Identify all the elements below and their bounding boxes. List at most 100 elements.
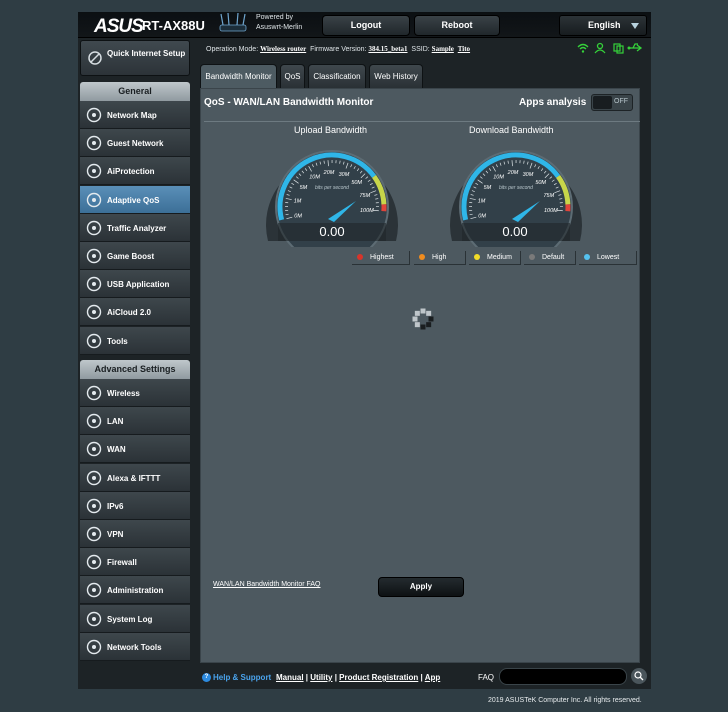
fw-link[interactable]: 384.15_beta1 xyxy=(368,45,407,53)
sidebar-item-traffic-analyzer[interactable]: Traffic Analyzer xyxy=(80,213,190,242)
gear-icon xyxy=(86,639,102,655)
faq-search-input[interactable] xyxy=(499,668,627,685)
user-icon[interactable] xyxy=(594,42,606,54)
tab-qos[interactable]: QoS xyxy=(280,64,305,88)
legend-highest: Highest xyxy=(352,251,410,265)
cloud-icon xyxy=(86,304,102,320)
spinner-segment xyxy=(428,316,434,322)
sidebar-item-adaptive-qos[interactable]: Adaptive QoS xyxy=(80,185,190,214)
sidebar-item-wan[interactable]: WAN xyxy=(80,435,190,464)
bandwidth-faq-link[interactable]: WAN/LAN Bandwidth Monitor FAQ xyxy=(213,581,321,588)
status-line: Operation Mode: Wireless router Firmware… xyxy=(206,45,470,53)
language-select[interactable]: English xyxy=(559,15,647,36)
flame-icon xyxy=(86,554,102,570)
download-label: Download Bandwidth xyxy=(469,125,554,135)
sidebar-item-network-map[interactable]: Network Map xyxy=(80,101,190,129)
upload-gauge-unit: bits per second xyxy=(315,185,349,191)
spinner-segment xyxy=(414,322,420,328)
upload-gauge-tick-label: 75M xyxy=(359,193,370,199)
sidebar-item-label: VPN xyxy=(107,530,124,539)
legend-dot xyxy=(419,254,425,260)
upload-label: Upload Bandwidth xyxy=(294,125,368,135)
spinner-segment xyxy=(426,322,432,328)
asus-logo: ASUS xyxy=(94,16,144,37)
upload-gauge-tick-label: 100M xyxy=(360,208,374,214)
utility-link[interactable]: Utility xyxy=(310,673,332,682)
powered-line2: Asuswrt-Merlin xyxy=(256,24,303,31)
legend-label: Highest xyxy=(370,254,394,261)
sidebar-item-guest-network[interactable]: Guest Network xyxy=(80,129,190,158)
sidebar-item-label: Network Tools xyxy=(107,642,162,652)
sidebar-item-ipv6[interactable]: IPv6 xyxy=(80,491,190,520)
usb-status-icon[interactable] xyxy=(627,43,643,52)
sidebar-item-network-tools[interactable]: Network Tools xyxy=(80,632,190,661)
ssid1-link[interactable]: Sample xyxy=(432,45,454,53)
manual-link[interactable]: Manual xyxy=(276,673,304,682)
model-name: RT-AX88U xyxy=(142,18,205,33)
tab-classification[interactable]: Classification xyxy=(308,64,366,88)
network-map-icon xyxy=(86,107,102,123)
lan-icon xyxy=(86,413,102,429)
op-mode-link[interactable]: Wireless router xyxy=(260,45,306,53)
app-link[interactable]: App xyxy=(425,673,441,682)
sidebar-item-label: Game Boost xyxy=(107,252,155,261)
legend-dot xyxy=(584,254,590,260)
download-gauge-tick-label: 0M xyxy=(478,214,486,220)
spinner-segment xyxy=(420,308,426,314)
sidebar-item-lan[interactable]: LAN xyxy=(80,407,190,436)
spinner-segment xyxy=(426,310,432,316)
sidebar-item-aiprotection[interactable]: AiProtection xyxy=(80,157,190,186)
sidebar-item-label: Tools xyxy=(107,336,128,346)
download-gauge-tick-label: 100M xyxy=(544,208,558,214)
usb-icon xyxy=(86,276,102,292)
logout-button[interactable]: Logout xyxy=(322,15,410,36)
download-gauge-tick-label: 1M xyxy=(478,199,486,205)
faq-search-button[interactable] xyxy=(631,668,647,684)
registration-link[interactable]: Product Registration xyxy=(339,673,418,682)
sidebar-item-vpn[interactable]: VPN xyxy=(80,520,190,548)
quick-internet-setup-button[interactable]: Quick Internet Setup xyxy=(80,40,190,76)
legend-label: High xyxy=(432,254,447,261)
advanced-header: Advanced Settings xyxy=(80,360,190,379)
gamepad-icon xyxy=(86,248,102,264)
download-gauge-tick-label: 50M xyxy=(535,180,546,186)
apps-analysis-toggle[interactable]: OFF xyxy=(591,94,633,111)
quick-setup-label: Quick Internet Setup xyxy=(107,49,186,58)
upload-value: 0.00 xyxy=(319,224,345,239)
sidebar-item-system-log[interactable]: System Log xyxy=(80,604,190,633)
sidebar-item-tools[interactable]: Tools xyxy=(80,326,190,355)
legend-high: High xyxy=(414,251,466,265)
sidebar-item-alexa-ifttt[interactable]: Alexa & IFTTT xyxy=(80,463,190,492)
search-icon xyxy=(634,671,644,681)
spinner-segment xyxy=(412,316,418,322)
tab-web-history[interactable]: Web History xyxy=(369,64,423,88)
sidebar-item-firewall[interactable]: Firewall xyxy=(80,548,190,577)
page-title: QoS - WAN/LAN Bandwidth Monitor xyxy=(204,97,374,108)
legend-label: Lowest xyxy=(597,254,620,261)
ssid2-link[interactable]: Tito xyxy=(458,45,470,53)
globe-icon xyxy=(86,135,102,151)
sidebar-item-wireless[interactable]: Wireless xyxy=(80,379,190,407)
upload-gauge-tick-label: 30M xyxy=(339,172,350,178)
sidebar-item-label: AiProtection xyxy=(107,167,155,177)
upload-gauge-tick-label: 5M xyxy=(300,185,308,191)
apply-button[interactable]: Apply xyxy=(378,577,464,597)
legend-label: Default xyxy=(542,254,565,261)
download-gauge-tick-label: 30M xyxy=(523,172,534,178)
upload-gauge-tick-label: 20M xyxy=(323,170,335,176)
apps-analysis-label: Apps analysis xyxy=(519,97,587,108)
sidebar-item-label: Alexa & IFTTT xyxy=(107,473,161,483)
sidebar-item-usb-application[interactable]: USB Application xyxy=(80,270,190,299)
wifi-icon[interactable] xyxy=(577,43,589,53)
sidebar-item-administration[interactable]: Administration xyxy=(80,576,190,605)
copy-icon[interactable] xyxy=(613,43,624,54)
sidebar-item-label: AiCloud 2.0 xyxy=(107,308,152,318)
tab-bandwidth-monitor[interactable]: Bandwidth Monitor xyxy=(200,64,277,88)
sidebar-item-aicloud-2-0[interactable]: AiCloud 2.0 xyxy=(80,298,190,327)
legend-lowest: Lowest xyxy=(579,251,637,265)
sidebar-item-game-boost[interactable]: Game Boost xyxy=(80,242,190,270)
legend-medium: Medium xyxy=(469,251,521,265)
upload-gauge-tick-label: 1M xyxy=(294,199,302,205)
language-label: English xyxy=(588,20,621,30)
reboot-button[interactable]: Reboot xyxy=(414,15,500,36)
